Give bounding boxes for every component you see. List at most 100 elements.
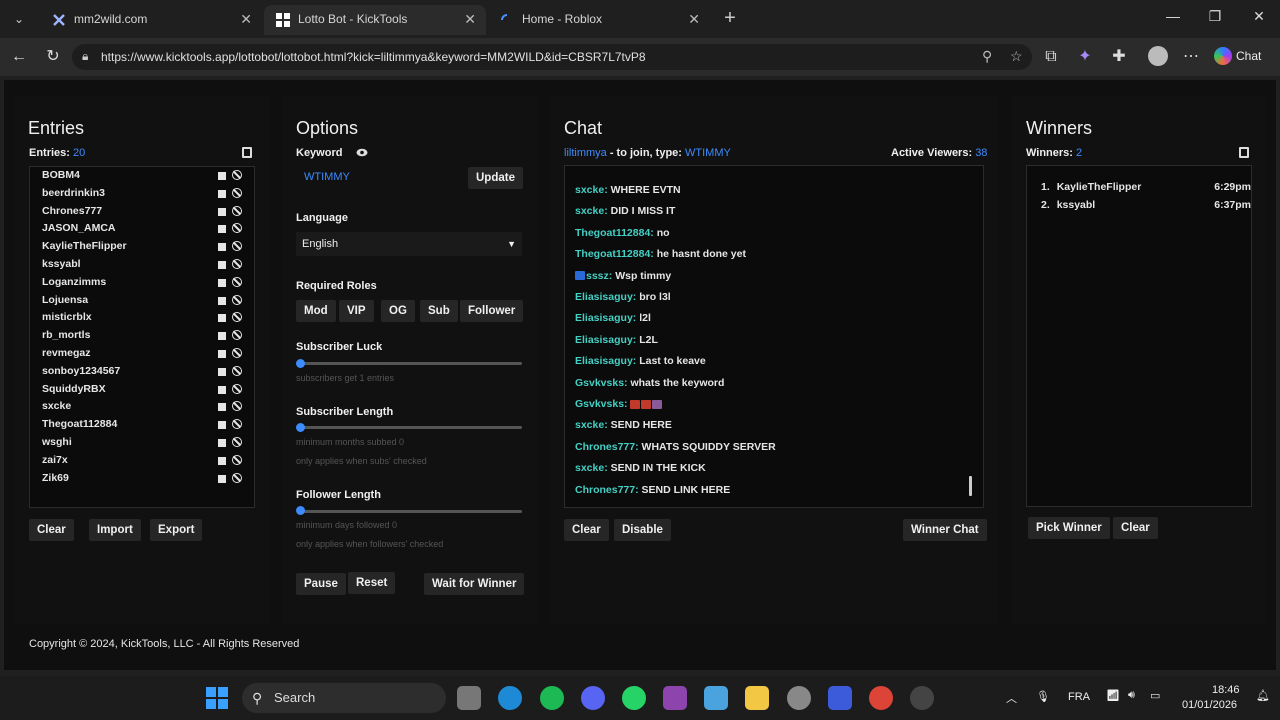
role-vip-button[interactable]: VIP — [339, 300, 374, 322]
ban-entry-icon[interactable] — [232, 312, 242, 323]
ban-entry-icon[interactable] — [232, 187, 242, 198]
ban-entry-icon[interactable] — [232, 454, 242, 465]
clipchamp-icon[interactable] — [663, 686, 687, 710]
subscriber-length-slider[interactable] — [300, 426, 522, 429]
file-explorer-icon[interactable] — [745, 686, 769, 710]
taskbar-search[interactable]: ⚲ Search — [242, 683, 446, 713]
task-view-icon[interactable] — [457, 686, 481, 710]
role-follower-button[interactable]: Follower — [460, 300, 524, 322]
edge-browser-icon[interactable] — [498, 686, 522, 710]
notification-bell-icon[interactable]: 🔔︎ — [1256, 689, 1270, 702]
settings-gear-icon[interactable] — [787, 686, 811, 710]
chat-username[interactable]: Eliasisaguy: — [575, 334, 636, 346]
tab-mm2wild[interactable]: mm2wild.com ✕ — [40, 5, 262, 35]
mark-entry-checkbox-icon[interactable] — [218, 278, 226, 287]
chat-username[interactable]: sxcke: — [575, 184, 608, 196]
mark-entry-checkbox-icon[interactable] — [218, 421, 226, 430]
minimize-icon[interactable]: — — [1158, 8, 1188, 24]
chat-username[interactable]: Eliasisaguy: — [575, 312, 636, 324]
mark-entry-checkbox-icon[interactable] — [218, 474, 226, 483]
wifi-icon[interactable]: 📶︎ — [1106, 689, 1120, 702]
clear-entries-button[interactable]: Clear — [29, 519, 74, 541]
import-button[interactable]: Import — [89, 519, 141, 541]
mark-entry-checkbox-icon[interactable] — [218, 332, 226, 341]
visual-studio-icon[interactable] — [828, 686, 852, 710]
show-hidden-icons-chevron-icon[interactable]: ︿ — [1006, 690, 1017, 706]
clock-date[interactable]: 01/01/2026 — [1182, 699, 1237, 711]
tab-roblox[interactable]: Home - Roblox ✕ — [488, 5, 710, 35]
tab-close-icon[interactable]: ✕ — [464, 5, 476, 33]
chat-username[interactable]: sxcke: — [575, 419, 608, 431]
tab-lotto-bot[interactable]: Lotto Bot - KickTools ✕ — [264, 5, 486, 35]
address-bar[interactable]: 🔒︎ https://www.kicktools.app/lottobot/lo… — [72, 44, 1032, 70]
restore-icon[interactable]: ❐ — [1200, 8, 1230, 25]
ban-entry-icon[interactable] — [232, 294, 242, 305]
ban-entry-icon[interactable] — [232, 205, 242, 216]
chat-username[interactable]: Gsvkvsks: — [575, 377, 628, 389]
windows-start-icon[interactable] — [206, 687, 228, 709]
battery-icon[interactable]: ▭ — [1150, 689, 1160, 702]
ban-entry-icon[interactable] — [232, 170, 242, 180]
keyword-input[interactable]: WTIMMY — [296, 165, 464, 189]
disable-chat-button[interactable]: Disable — [614, 519, 671, 541]
ban-entry-icon[interactable] — [232, 383, 242, 394]
chat-username[interactable]: sxcke: — [575, 205, 608, 217]
new-tab-button[interactable]: + — [718, 6, 742, 30]
store-icon[interactable] — [704, 686, 728, 710]
pause-button[interactable]: Pause — [296, 573, 346, 595]
mark-entry-checkbox-icon[interactable] — [218, 261, 226, 269]
mark-entry-checkbox-icon[interactable] — [218, 225, 226, 234]
copy-entries-icon[interactable] — [242, 147, 252, 158]
ban-entry-icon[interactable] — [232, 259, 242, 269]
profile-avatar[interactable] — [1148, 46, 1168, 66]
ban-entry-icon[interactable] — [232, 241, 242, 252]
winners-list[interactable]: 1. KaylieTheFlipper 6:29pm 2. kssyabl 6:… — [1026, 165, 1252, 507]
clear-winners-button[interactable]: Clear — [1113, 517, 1158, 539]
discord-icon[interactable] — [581, 686, 605, 710]
ban-entry-icon[interactable] — [232, 419, 242, 430]
chat-log[interactable]: sxcke: WHERE EVTN sxcke: DID I MISS IT The… — [564, 165, 984, 508]
chat-username[interactable]: Eliasisaguy: — [575, 355, 636, 367]
ban-entry-icon[interactable] — [232, 330, 242, 341]
pick-winner-button[interactable]: Pick Winner — [1028, 517, 1110, 539]
back-arrow-icon[interactable]: ← — [8, 46, 30, 68]
copilot-chat-button[interactable]: Chat — [1212, 44, 1261, 68]
subscriber-luck-thumb[interactable] — [296, 359, 305, 368]
ban-entry-icon[interactable] — [232, 365, 242, 376]
mark-entry-checkbox-icon[interactable] — [218, 207, 226, 216]
clock-time[interactable]: 18:46 — [1212, 684, 1240, 696]
chrome-icon[interactable] — [869, 686, 893, 710]
chat-username[interactable]: Gsvkvsks: — [575, 398, 628, 410]
ban-entry-icon[interactable] — [232, 437, 242, 447]
extensions-puzzle-icon[interactable]: ✚ — [1108, 46, 1130, 68]
mark-entry-checkbox-icon[interactable] — [218, 439, 226, 447]
follower-length-thumb[interactable] — [296, 506, 305, 515]
mark-entry-checkbox-icon[interactable] — [218, 296, 226, 305]
reload-icon[interactable]: ↻ — [42, 46, 64, 68]
site-info-icon[interactable]: 🔒︎ — [82, 49, 88, 64]
ban-entry-icon[interactable] — [232, 348, 242, 358]
reset-button[interactable]: Reset — [348, 572, 396, 594]
mark-entry-checkbox-icon[interactable] — [218, 314, 226, 323]
tab-close-icon[interactable]: ✕ — [240, 5, 252, 33]
tab-list-chevron-icon[interactable]: ⌄ — [8, 9, 30, 29]
mark-entry-checkbox-icon[interactable] — [218, 350, 226, 358]
chat-username[interactable]: Chrones777: — [575, 441, 639, 453]
chat-username[interactable]: Chrones777: — [575, 484, 639, 496]
chat-username[interactable]: sxcke: — [575, 462, 608, 474]
follower-length-slider[interactable] — [300, 510, 522, 513]
more-menu-icon[interactable]: ⋯ — [1180, 46, 1202, 68]
mark-entry-checkbox-icon[interactable] — [218, 403, 226, 412]
obs-icon[interactable] — [910, 686, 934, 710]
wait-for-winner-button[interactable]: Wait for Winner — [424, 573, 525, 595]
copilot-ext-icon[interactable]: ✦ — [1074, 46, 1096, 68]
role-og-button[interactable]: OG — [381, 300, 415, 322]
whatsapp-icon[interactable] — [622, 686, 646, 710]
export-button[interactable]: Export — [150, 519, 203, 541]
extension-icon[interactable]: ⧉ — [1040, 46, 1062, 68]
update-keyword-button[interactable]: Update — [468, 167, 523, 189]
mark-entry-checkbox-icon[interactable] — [218, 189, 226, 198]
ban-entry-icon[interactable] — [232, 276, 242, 287]
favorite-star-icon[interactable]: ☆ — [1010, 48, 1023, 65]
mark-entry-checkbox-icon[interactable] — [218, 385, 226, 394]
